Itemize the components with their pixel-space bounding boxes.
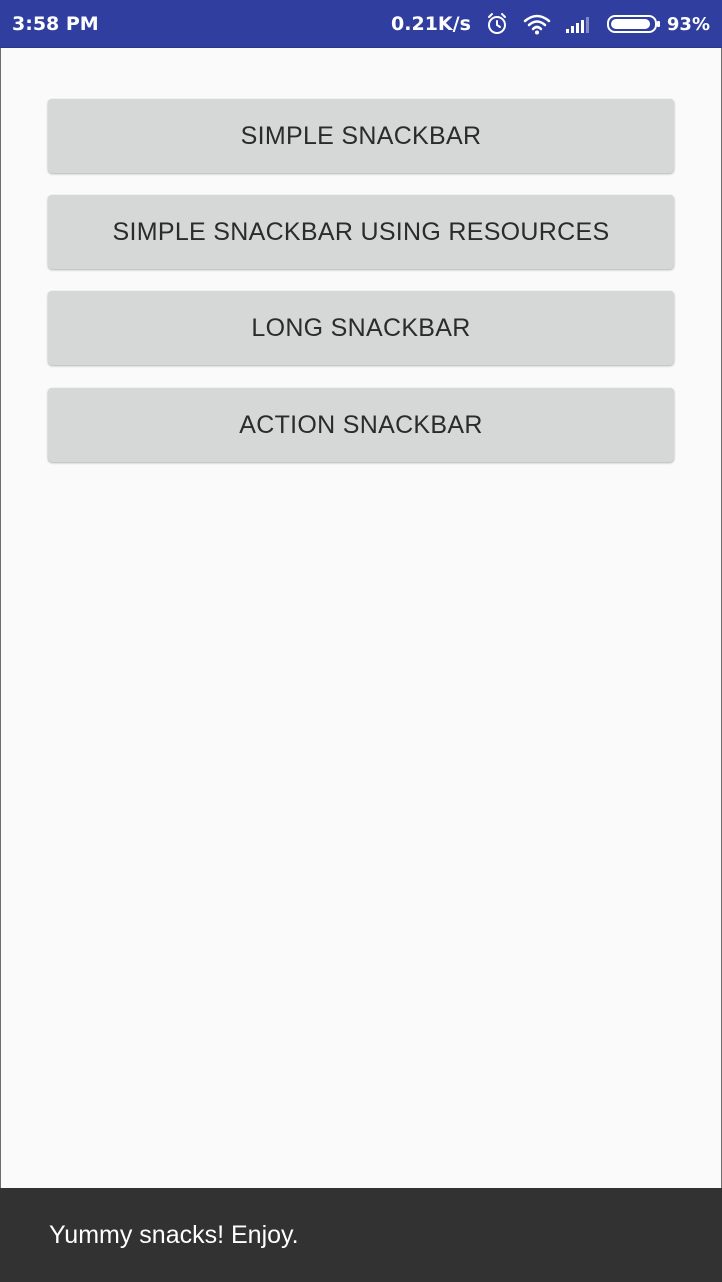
action-snackbar-button[interactable]: ACTION SNACKBAR [48,388,674,462]
simple-snackbar-button[interactable]: SIMPLE SNACKBAR [48,99,674,173]
status-indicators: 0.21K/s 93% [391,10,710,38]
simple-snackbar-button-label: SIMPLE SNACKBAR [240,121,482,150]
status-time: 3:58 PM [12,13,99,35]
network-speed: 0.21K/s [391,13,471,35]
simple-snackbar-resources-button[interactable]: SIMPLE SNACKBAR USING RESOURCES [48,195,674,269]
signal-icon [565,15,593,33]
snackbar-message: Yummy snacks! Enjoy. [49,1221,299,1249]
long-snackbar-button-label: LONG SNACKBAR [251,313,471,342]
long-snackbar-button[interactable]: LONG SNACKBAR [48,291,674,365]
alarm-icon [485,12,509,36]
wifi-icon [523,13,551,35]
action-snackbar-button-label: ACTION SNACKBAR [239,410,483,439]
snackbar: Yummy snacks! Enjoy. [0,1188,722,1282]
battery-icon [606,14,661,34]
battery-percentage: 93% [666,13,710,35]
status-bar: 3:58 PM 0.21K/s 93% [0,0,722,48]
simple-snackbar-resources-button-label: SIMPLE SNACKBAR USING RESOURCES [112,217,610,246]
